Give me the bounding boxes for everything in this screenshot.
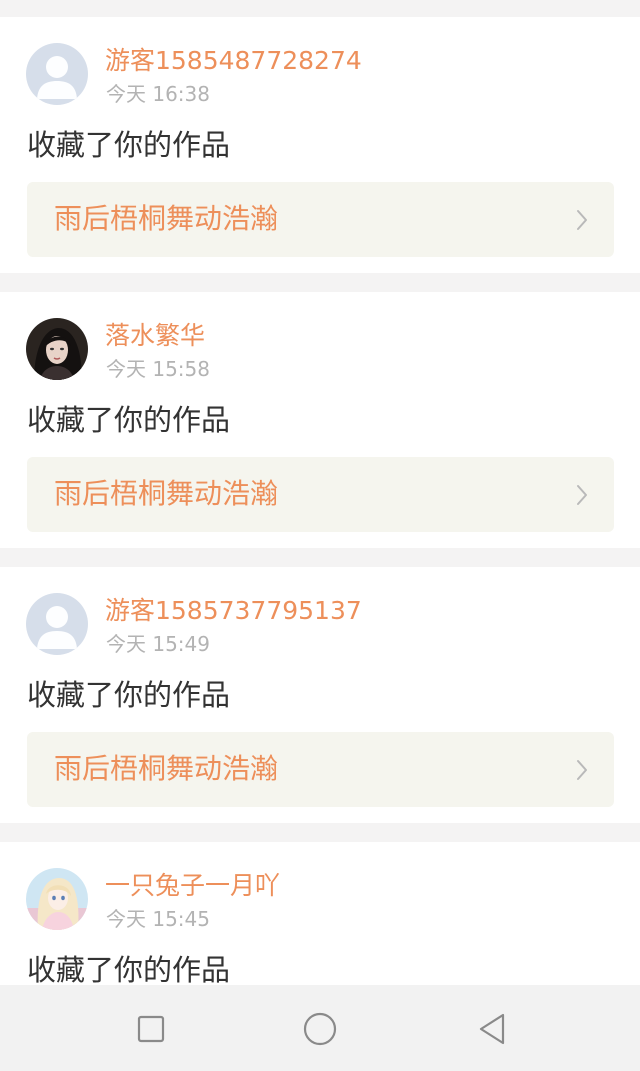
- back-icon[interactable]: [474, 1011, 510, 1047]
- chevron-right-icon: [577, 210, 587, 230]
- username[interactable]: 游客1585487728274: [105, 45, 362, 77]
- work-title: 雨后梧桐舞动浩瀚: [54, 752, 279, 785]
- action-text: 收藏了你的作品: [27, 678, 231, 712]
- username[interactable]: 落水繁华: [105, 320, 205, 352]
- home-icon[interactable]: [302, 1011, 338, 1047]
- username[interactable]: 游客1585737795137: [105, 595, 362, 627]
- system-navigation-bar: [0, 985, 640, 1071]
- work-title: 雨后梧桐舞动浩瀚: [54, 202, 279, 235]
- notification-feed: 游客1585487728274 今天 16:38 收藏了你的作品 雨后梧桐舞动浩…: [0, 0, 640, 985]
- chevron-right-icon: [577, 485, 587, 505]
- timestamp: 今天 15:58: [106, 357, 210, 381]
- recent-apps-icon[interactable]: [133, 1011, 169, 1047]
- work-link[interactable]: 雨后梧桐舞动浩瀚: [27, 732, 614, 807]
- notification-card: 游客1585737795137 今天 15:49 收藏了你的作品 雨后梧桐舞动浩…: [0, 567, 640, 823]
- username[interactable]: 一只兔子一月吖: [105, 870, 280, 902]
- timestamp: 今天 15:45: [106, 907, 210, 931]
- action-text: 收藏了你的作品: [27, 403, 231, 437]
- timestamp: 今天 15:49: [106, 632, 210, 656]
- photo-avatar-woman[interactable]: [26, 318, 88, 380]
- action-text: 收藏了你的作品: [27, 128, 231, 162]
- timestamp: 今天 16:38: [106, 82, 210, 106]
- anime-avatar[interactable]: [26, 868, 88, 930]
- action-text: 收藏了你的作品: [27, 953, 231, 985]
- work-link[interactable]: 雨后梧桐舞动浩瀚: [27, 457, 614, 532]
- notification-card: 游客1585487728274 今天 16:38 收藏了你的作品 雨后梧桐舞动浩…: [0, 17, 640, 273]
- work-link[interactable]: 雨后梧桐舞动浩瀚: [27, 182, 614, 257]
- default-avatar[interactable]: [26, 43, 88, 105]
- work-title: 雨后梧桐舞动浩瀚: [54, 477, 279, 510]
- notification-card: 一只兔子一月吖 今天 15:45 收藏了你的作品: [0, 842, 640, 985]
- default-avatar[interactable]: [26, 593, 88, 655]
- notification-card: 落水繁华 今天 15:58 收藏了你的作品 雨后梧桐舞动浩瀚: [0, 292, 640, 548]
- chevron-right-icon: [577, 760, 587, 780]
